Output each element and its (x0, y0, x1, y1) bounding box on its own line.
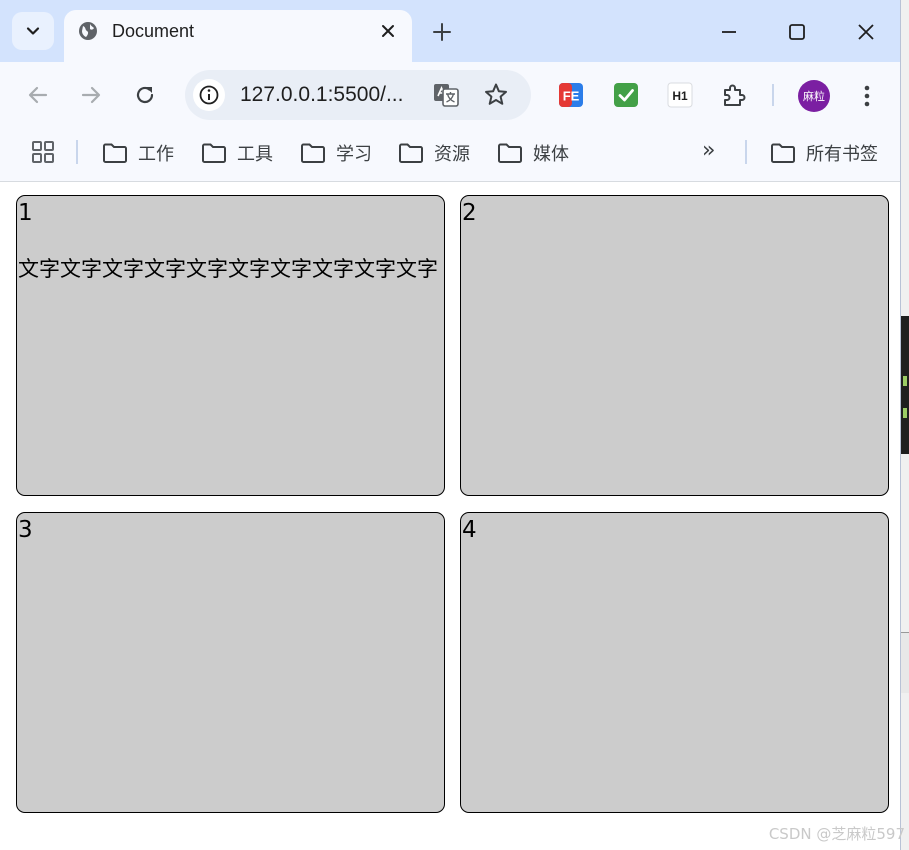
background-panel (901, 632, 909, 693)
reload-icon[interactable] (131, 81, 159, 109)
browser-window: Document 127.0.0.1:5500/... FE H1 麻粒 工作 … (0, 0, 901, 850)
translate-icon[interactable] (432, 81, 460, 109)
box-text: 文字文字文字文字文字文字文字文字文字文字 (18, 257, 438, 281)
back-arrow-icon[interactable] (24, 81, 52, 109)
site-info-button[interactable] (193, 79, 225, 111)
box-number: 3 (18, 517, 33, 543)
bookmark-label: 工具 (237, 144, 273, 165)
page-viewport: 1 文字文字文字文字文字文字文字文字文字文字 2 3 4 (0, 182, 900, 850)
box-number: 2 (462, 200, 477, 226)
box-number: 1 (18, 200, 33, 226)
watermark: CSDN @芝麻粒597 (768, 825, 905, 843)
globe-icon (79, 22, 97, 40)
bookmark-folder-media[interactable]: 媒体 (497, 138, 569, 168)
bookmarks-bar: 工作 工具 学习 资源 媒体 » 所有书签 (0, 128, 900, 182)
bookmark-label: 工作 (138, 144, 174, 165)
info-icon (199, 85, 219, 105)
tab-search-button[interactable] (12, 12, 54, 50)
toolbar: 127.0.0.1:5500/... FE H1 麻粒 (0, 62, 900, 128)
tab-strip: Document (0, 0, 900, 62)
toolbar-divider (772, 84, 774, 106)
bookmark-folder-study[interactable]: 学习 (300, 138, 372, 168)
bookmark-label: 媒体 (533, 144, 569, 165)
bookmark-label: 学习 (336, 144, 372, 165)
new-tab-button[interactable] (430, 20, 454, 44)
screen: Document 127.0.0.1:5500/... FE H1 麻粒 工作 … (0, 0, 909, 850)
grid-box-3: 3 (16, 512, 445, 813)
background-window (901, 0, 909, 850)
h1-icon-label: H1 (672, 89, 688, 103)
grid-box-2: 2 (460, 195, 889, 496)
address-bar[interactable]: 127.0.0.1:5500/... (185, 70, 531, 120)
folder-icon (498, 143, 522, 163)
check-icon[interactable] (613, 82, 639, 108)
background-code-editor (901, 316, 909, 454)
chevron-down-icon (26, 27, 40, 35)
folder-icon (399, 143, 423, 163)
bookmark-label: 资源 (434, 144, 470, 165)
all-bookmarks-button[interactable]: 所有书签 (770, 138, 878, 168)
folder-icon (301, 143, 325, 163)
puzzle-icon[interactable] (720, 82, 746, 108)
maximize-icon[interactable] (785, 20, 809, 44)
window-close-icon[interactable] (854, 20, 878, 44)
bookmarks-divider (745, 140, 747, 164)
folder-icon (202, 143, 226, 163)
fe-icon-label: FE (563, 89, 580, 104)
box-number: 4 (462, 517, 477, 543)
bookmarks-overflow-button[interactable]: » (702, 138, 722, 164)
url-text: 127.0.0.1:5500/... (240, 83, 404, 106)
forward-arrow-icon[interactable] (77, 81, 105, 109)
tab-document[interactable]: Document (64, 10, 412, 62)
bookmark-folder-work[interactable]: 工作 (102, 138, 174, 168)
bookmarks-divider (76, 140, 78, 164)
folder-icon (771, 143, 795, 163)
apps-grid-icon[interactable] (31, 140, 55, 164)
minimize-icon[interactable] (717, 20, 741, 44)
grid-box-1: 1 文字文字文字文字文字文字文字文字文字文字 (16, 195, 445, 496)
h1-icon[interactable]: H1 (667, 82, 693, 108)
close-icon[interactable] (378, 21, 398, 41)
grid-box-4: 4 (460, 512, 889, 813)
all-bookmarks-label: 所有书签 (806, 144, 878, 165)
tab-title: Document (112, 21, 195, 41)
profile-avatar[interactable]: 麻粒 (798, 80, 830, 112)
more-menu-icon[interactable] (855, 82, 879, 110)
fe-icon[interactable]: FE (558, 82, 584, 108)
bookmark-folder-resources[interactable]: 资源 (398, 138, 470, 168)
bookmark-star-icon[interactable] (482, 81, 510, 109)
bookmark-folder-tools[interactable]: 工具 (201, 138, 273, 168)
folder-icon (103, 143, 127, 163)
